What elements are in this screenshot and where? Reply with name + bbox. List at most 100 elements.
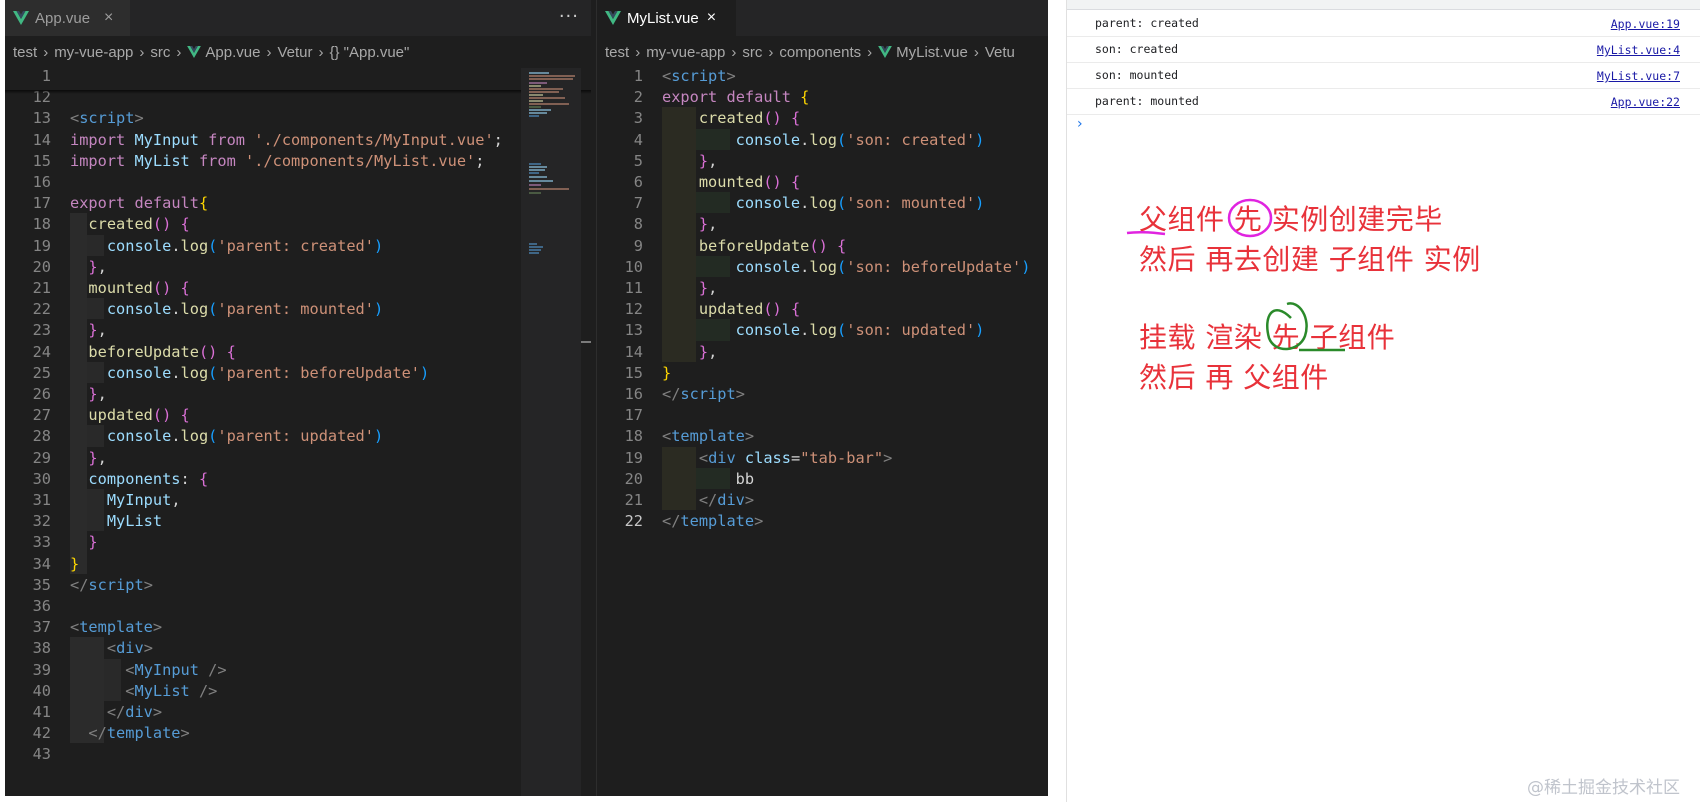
- line-number: 15: [32, 151, 51, 170]
- minimap-line: [529, 82, 547, 84]
- code-line[interactable]: 19 console.log('parent: created'): [5, 235, 591, 258]
- code-line[interactable]: 2 export default {: [597, 86, 1048, 109]
- code-line[interactable]: 31 MyInput,: [5, 489, 591, 512]
- code-line[interactable]: 24 beforeUpdate() {: [5, 341, 591, 364]
- code-line[interactable]: 20 },: [5, 256, 591, 279]
- breadcrumb-item[interactable]: components: [779, 44, 861, 61]
- breadcrumb-item[interactable]: MyList.vue: [896, 44, 968, 61]
- code-line[interactable]: 16: [5, 171, 591, 194]
- breadcrumb-item[interactable]: test: [13, 44, 37, 61]
- vscode-window: App.vue × ··· test › my-vue-app › src › …: [0, 0, 1048, 796]
- code-line[interactable]: 12 updated() {: [597, 298, 1048, 321]
- code-line[interactable]: 15 import MyList from './components/MyLis…: [5, 150, 591, 173]
- line-number: 34: [32, 554, 51, 573]
- minimap-line: [529, 163, 541, 165]
- line-number: 14: [32, 130, 51, 149]
- line-number: 20: [624, 469, 643, 488]
- tab-bar-left: App.vue × ···: [5, 0, 591, 36]
- code-line[interactable]: 25 console.log('parent: beforeUpdate'): [5, 362, 591, 385]
- breadcrumb-item[interactable]: src: [150, 44, 170, 61]
- code-line[interactable]: 5 },: [597, 150, 1048, 173]
- code-text: },: [698, 342, 718, 361]
- code-line[interactable]: 33 }: [5, 531, 591, 554]
- code-line[interactable]: 14 },: [597, 341, 1048, 364]
- code-line[interactable]: 40 <MyList />: [5, 680, 591, 703]
- more-actions-icon[interactable]: ···: [559, 6, 579, 27]
- breadcrumb-item[interactable]: my-vue-app: [54, 44, 133, 61]
- breadcrumb-item[interactable]: Vetu: [985, 44, 1015, 61]
- vue-file-icon: [605, 11, 621, 25]
- tab-label: App.vue: [35, 9, 91, 27]
- tab-mylist-vue[interactable]: MyList.vue ×: [597, 0, 736, 36]
- code-line[interactable]: 3 created() {: [597, 107, 1048, 130]
- minimap-line: [529, 103, 569, 105]
- code-line[interactable]: 36: [5, 595, 591, 618]
- breadcrumb-item[interactable]: test: [605, 44, 629, 61]
- breadcrumb-item[interactable]: App.vue: [205, 44, 260, 61]
- breadcrumb-item[interactable]: src: [742, 44, 762, 61]
- line-number: 23: [32, 321, 51, 340]
- code-line[interactable]: 11 },: [597, 277, 1048, 300]
- code-line[interactable]: 18 created() {: [5, 213, 591, 236]
- scrollbar-thumb[interactable]: [581, 341, 591, 343]
- line-number: 26: [32, 385, 51, 403]
- code-line[interactable]: 10 console.log('son: beforeUpdate'): [597, 256, 1048, 279]
- line-number: 17: [32, 194, 51, 213]
- tab-app-vue[interactable]: App.vue ×: [5, 0, 130, 36]
- code-line[interactable]: 35 </script>: [5, 574, 591, 597]
- line-number: 24: [32, 342, 51, 361]
- close-icon[interactable]: ×: [104, 9, 113, 27]
- breadcrumb-item[interactable]: Vetur: [277, 44, 312, 61]
- watermark: @稀土掘金技术社区: [1527, 778, 1680, 798]
- code-text: }: [662, 363, 672, 382]
- code-line[interactable]: 13 <script>: [5, 107, 591, 130]
- code-text: </template>: [662, 512, 764, 531]
- code-line[interactable]: 21 mounted() {: [5, 277, 591, 300]
- code-line[interactable]: 37 <template>: [5, 616, 591, 639]
- minimap[interactable]: [521, 68, 581, 796]
- devtools-console: parent: created App.vue:19 son: created …: [1066, 0, 1700, 802]
- code-line[interactable]: 28 console.log('parent: updated'): [5, 425, 591, 448]
- code-line[interactable]: 14 import MyInput from './components/MyIn…: [5, 129, 591, 152]
- code-line[interactable]: 15}: [597, 362, 1048, 385]
- code-line[interactable]: 22 console.log('parent: mounted'): [5, 298, 591, 321]
- code-line[interactable]: 16 </script>: [597, 383, 1048, 406]
- code-line[interactable]: 30 components: {: [5, 468, 591, 491]
- code-line[interactable]: 43: [5, 743, 591, 766]
- code-line[interactable]: 21 </div>: [597, 489, 1048, 512]
- code-line[interactable]: 27 updated() {: [5, 404, 591, 427]
- code-line[interactable]: 23 },: [5, 319, 591, 342]
- minimap-line: [529, 243, 537, 245]
- code-line[interactable]: 17: [597, 404, 1048, 427]
- code-line[interactable]: 32 MyList: [5, 510, 591, 533]
- code-line[interactable]: 9 beforeUpdate() {: [597, 235, 1048, 258]
- code-line[interactable]: 41 </div>: [5, 701, 591, 724]
- code-line[interactable]: 4 console.log('son: created'): [597, 129, 1048, 152]
- code-text: </template>: [88, 724, 190, 743]
- code-text: <MyInput />: [125, 660, 227, 679]
- code-line[interactable]: 34}: [5, 553, 591, 576]
- code-line[interactable]: 22 </template>: [597, 510, 1048, 533]
- code-line[interactable]: 1 <script>: [597, 65, 1048, 88]
- code-line[interactable]: 18 <template>: [597, 425, 1048, 448]
- chevron-right-icon: ›: [768, 43, 774, 61]
- breadcrumb-item[interactable]: {} "App.vue": [329, 44, 409, 61]
- code-line[interactable]: 26 },: [5, 383, 591, 406]
- line-number: 31: [32, 491, 51, 509]
- code-text: components: {: [70, 469, 209, 488]
- code-line[interactable]: 17 export default{: [5, 192, 591, 215]
- code-line[interactable]: 42 </template>: [5, 722, 591, 745]
- code-line[interactable]: 13 console.log('son: updated'): [597, 319, 1048, 342]
- breadcrumb-item[interactable]: my-vue-app: [646, 44, 725, 61]
- code-line[interactable]: 29 },: [5, 447, 591, 470]
- code-line[interactable]: 20 bb: [597, 468, 1048, 491]
- close-icon[interactable]: ×: [707, 9, 716, 27]
- code-line[interactable]: 38 <div>: [5, 637, 591, 660]
- code-line[interactable]: 39 <MyInput />: [5, 659, 591, 682]
- code-line[interactable]: 1: [5, 65, 591, 88]
- code-line[interactable]: 6 mounted() {: [597, 171, 1048, 194]
- line-number: 27: [32, 406, 51, 425]
- code-line[interactable]: 19 <div class="tab-bar">: [597, 447, 1048, 470]
- code-line[interactable]: 8 },: [597, 213, 1048, 236]
- code-line[interactable]: 7 console.log('son: mounted'): [597, 192, 1048, 215]
